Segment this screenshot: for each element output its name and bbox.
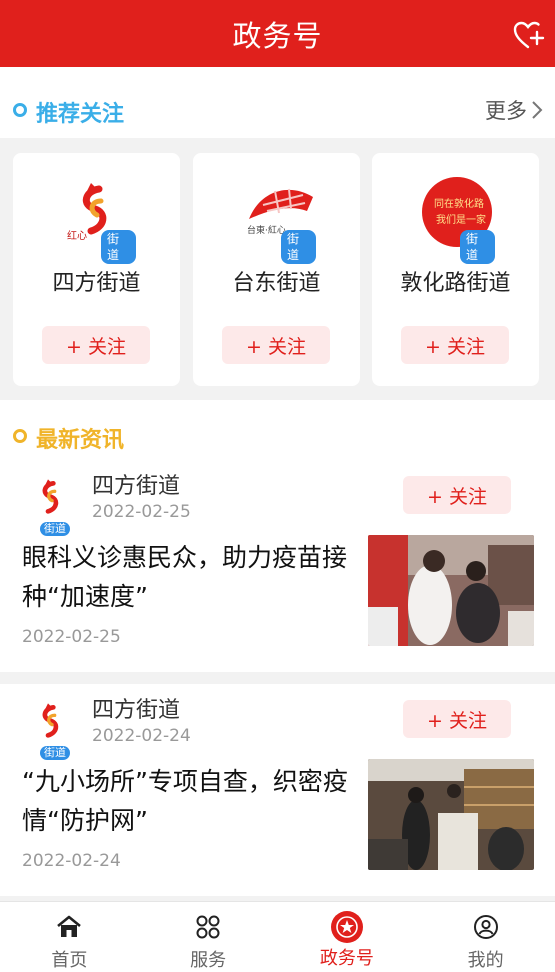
tab-label: 首页 — [51, 950, 88, 971]
sifang-logo: 红心 街道 — [61, 175, 136, 264]
page-title: 政务号 — [232, 18, 323, 53]
news-thumbnail[interactable] — [368, 759, 534, 870]
street-badge: 街道 — [460, 230, 495, 264]
recommend-card[interactable]: 同在敦化路 我们是一家 街道 敦化路街道 + 关注 — [372, 153, 539, 386]
news-headline[interactable]: 眼科义诊惠民众，助力疫苗接种“加速度” — [22, 538, 352, 616]
tab-label: 政务号 — [319, 948, 374, 969]
dunhua-logo-text-1: 同在敦化路 — [434, 197, 484, 210]
news-headline[interactable]: “九小场所”专项自查，织密疫情“防护网” — [22, 762, 352, 840]
follow-button[interactable]: + 关注 — [403, 700, 511, 738]
heart-plus-icon[interactable] — [513, 20, 545, 50]
news-item[interactable]: 街道 四方街道 2022-02-25 + 关注 眼科义诊惠民众，助力疫苗接种“加… — [0, 460, 555, 672]
card-name: 四方街道 — [52, 271, 141, 296]
source-logo: 街道 — [28, 698, 78, 760]
source-name[interactable]: 四方街道 — [92, 692, 180, 724]
street-badge: 街道 — [101, 230, 136, 264]
more-link[interactable]: 更多 — [485, 95, 543, 125]
sifang-logo-icon — [42, 703, 59, 738]
more-label: 更多 — [485, 99, 527, 123]
follow-button[interactable]: + 关注 — [403, 476, 511, 514]
recommend-header: 推荐关注 更多 — [0, 67, 555, 138]
card-name: 敦化路街道 — [400, 271, 511, 296]
bottom-tab-bar: 首页 服务 政务号 我的 — [0, 901, 555, 972]
grid-icon — [196, 915, 220, 939]
source-logo: 街道 — [28, 474, 78, 536]
follow-button[interactable]: + 关注 — [222, 326, 330, 364]
news-item[interactable]: 街道 四方街道 2022-02-24 + 关注 “九小场所”专项自查，织密疫情“… — [0, 684, 555, 896]
source-date: 2022-02-25 — [92, 502, 191, 522]
dunhua-logo: 同在敦化路 我们是一家 街道 — [420, 175, 495, 264]
shop-inspection-photo — [368, 759, 534, 870]
card-name: 台东街道 — [232, 271, 321, 296]
home-icon — [57, 915, 82, 937]
news-thumbnail[interactable] — [368, 535, 534, 646]
street-badge: 街道 — [40, 746, 70, 760]
news-date: 2022-02-25 — [22, 627, 121, 647]
follow-button[interactable]: + 关注 — [42, 326, 150, 364]
section-dot-icon — [13, 429, 27, 443]
news-header: 最新资讯 — [0, 400, 555, 460]
sifang-logo-icon — [42, 479, 59, 514]
source-date: 2022-02-24 — [92, 726, 191, 746]
recommend-card[interactable]: 台東·紅心 街道 台东街道 + 关注 — [193, 153, 360, 386]
tab-label: 服务 — [190, 950, 227, 971]
emblem-icon — [330, 911, 363, 943]
svg-text:红心: 红心 — [67, 229, 87, 242]
tab-services[interactable]: 服务 — [139, 902, 278, 972]
recommend-carousel: 红心 街道 四方街道 + 关注 台東·紅心 街道 台东街道 + 关注 同在敦化路… — [0, 138, 555, 400]
tab-mine[interactable]: 我的 — [416, 902, 555, 972]
news-title: 最新资讯 — [36, 428, 125, 453]
recommend-card[interactable]: 红心 街道 四方街道 + 关注 — [13, 153, 180, 386]
section-dot-icon — [13, 103, 27, 117]
tab-label: 我的 — [467, 950, 504, 971]
street-badge: 街道 — [281, 230, 316, 264]
news-date: 2022-02-24 — [22, 851, 121, 871]
svg-text:台東·紅心: 台東·紅心 — [247, 224, 286, 236]
recommend-title: 推荐关注 — [36, 102, 125, 127]
user-icon — [473, 915, 498, 939]
eye-clinic-photo — [368, 535, 534, 646]
tab-gov-account[interactable]: 政务号 — [278, 902, 417, 972]
dunhua-logo-text-2: 我们是一家 — [436, 213, 486, 226]
source-name[interactable]: 四方街道 — [92, 468, 180, 500]
tab-home[interactable]: 首页 — [0, 902, 139, 972]
taidong-logo: 台東·紅心 街道 — [241, 175, 316, 264]
chevron-right-icon — [532, 101, 543, 119]
street-badge: 街道 — [40, 522, 70, 536]
follow-button[interactable]: + 关注 — [401, 326, 509, 364]
app-header: 政务号 — [0, 0, 555, 67]
